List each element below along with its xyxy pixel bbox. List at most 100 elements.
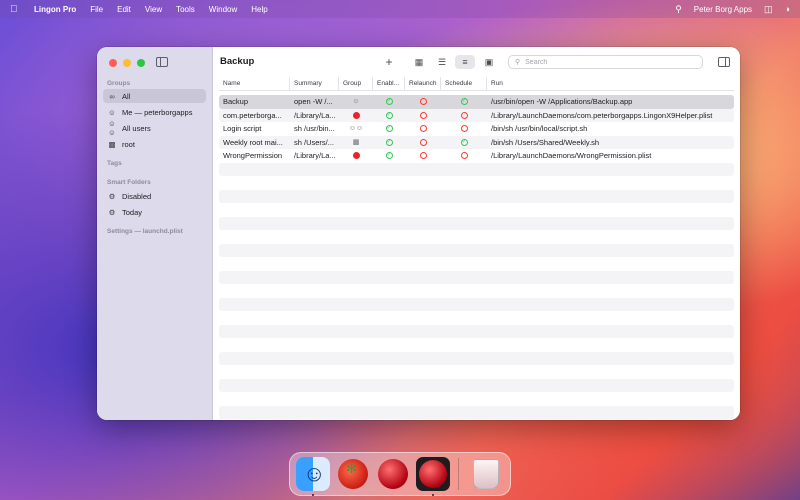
- cell-summary: open -W /...: [294, 97, 333, 107]
- list-view-icon[interactable]: ≡: [455, 55, 475, 69]
- cell-schedule[interactable]: [441, 111, 487, 119]
- cell-schedule[interactable]: [441, 152, 487, 160]
- cell-name: WrongPermission: [223, 151, 283, 161]
- inspector-toggle-icon[interactable]: [718, 57, 730, 67]
- empty-table-row: [219, 324, 734, 338]
- menu-edit[interactable]: Edit: [117, 5, 131, 14]
- people-icon: ☺☺: [348, 125, 364, 133]
- search-input[interactable]: [525, 58, 686, 66]
- cell-enabled[interactable]: ✓: [373, 138, 405, 146]
- calendar-view-icon[interactable]: ▣: [479, 55, 499, 69]
- column-header-summary[interactable]: Summary: [290, 77, 339, 90]
- cell-summary: sh /usr/bin...: [294, 124, 335, 134]
- outline-view-icon[interactable]: ☰: [432, 55, 452, 69]
- trash-icon[interactable]: [472, 459, 499, 489]
- grid-view-icon[interactable]: ▦: [409, 55, 429, 69]
- cell-run: /Library/LaunchDaemons/WrongPermission.p…: [491, 151, 652, 161]
- siri-icon[interactable]: ◑: [785, 4, 790, 14]
- sidebar-toggle-icon[interactable]: [156, 57, 168, 67]
- column-header-run[interactable]: Run: [487, 77, 734, 90]
- menu-tools[interactable]: Tools: [176, 5, 195, 14]
- cell-summary: sh /Users/...: [294, 137, 335, 147]
- cell-group: [339, 111, 373, 119]
- toolbar: Backup + ▦ ☰ ≡ ▣ ⚲: [213, 47, 740, 77]
- menu-view[interactable]: View: [145, 5, 162, 14]
- cell-enabled[interactable]: ✓: [373, 111, 405, 119]
- add-job-button[interactable]: +: [379, 55, 399, 69]
- sidebar-item-disabled[interactable]: ⚙ Disabled: [103, 189, 206, 203]
- close-window-button[interactable]: [109, 59, 117, 67]
- red-ball-app-icon[interactable]: [378, 459, 408, 489]
- column-header-relaunch[interactable]: Relaunch: [405, 77, 441, 90]
- column-header-name[interactable]: Name: [219, 77, 290, 90]
- spotlight-search-icon[interactable]: ⚲: [675, 4, 682, 15]
- lingon-pro-icon[interactable]: [416, 457, 450, 496]
- cell-summary: /Library/La...: [294, 110, 336, 120]
- minimize-window-button[interactable]: [123, 59, 131, 67]
- column-header-schedule[interactable]: Schedule: [441, 77, 487, 90]
- cell-schedule[interactable]: ✓: [441, 98, 487, 106]
- sidebar-item-today[interactable]: ⚙ Today: [103, 205, 206, 219]
- cell-relaunch[interactable]: [405, 125, 441, 133]
- menu-help[interactable]: Help: [251, 5, 267, 14]
- window-controls: [109, 59, 145, 67]
- menu-file[interactable]: File: [90, 5, 103, 14]
- sidebar-item-label: All: [122, 91, 131, 101]
- settings-label[interactable]: Settings — launchd.plist: [107, 228, 183, 235]
- cell-enabled[interactable]: ✓: [373, 98, 405, 106]
- cell-group: ▩: [339, 138, 373, 146]
- cell-relaunch[interactable]: [405, 138, 441, 146]
- cell-summary: /Library/La...: [294, 151, 336, 161]
- table-row[interactable]: Weekly root mai... sh /Users/... ▩ ✓ ✓ /bin/s…: [219, 135, 734, 149]
- sidebar-item-label: Me — peterborgapps: [122, 107, 193, 117]
- checkmark-circle-icon: ✓: [385, 138, 393, 146]
- sidebar-item-all-users[interactable]: ☺☺ All users: [103, 119, 206, 137]
- menu-bar:  Lingon Pro File Edit View Tools Window…: [0, 0, 800, 18]
- root-group-icon: [352, 152, 360, 160]
- sidebar-item-root[interactable]: ▩ root: [103, 137, 206, 151]
- column-header-group[interactable]: Group: [339, 77, 373, 90]
- table-row[interactable]: com.peterborga... /Library/La... ✓ /Library…: [219, 108, 734, 122]
- empty-red-circle-icon: [419, 111, 427, 119]
- menubar-extras: ⚲ Peter Borg Apps ◫ ◑: [675, 4, 790, 15]
- column-header-enabled[interactable]: Enabl...: [373, 77, 405, 90]
- gear-icon: ⚙: [108, 191, 116, 201]
- menubar-user-name[interactable]: Peter Borg Apps: [694, 5, 752, 14]
- infinity-icon: ∞: [109, 91, 115, 101]
- tags-header: Tags: [107, 160, 122, 167]
- sidebar-item-all[interactable]: ∞ All: [103, 89, 206, 103]
- sidebar-item-label: Disabled: [122, 191, 152, 201]
- cell-schedule[interactable]: ✓: [441, 138, 487, 146]
- cell-run: /usr/bin/open -W /Applications/Backup.ap…: [491, 97, 633, 107]
- cell-schedule[interactable]: [441, 125, 487, 133]
- table-row[interactable]: WrongPermission/Library/La... ✓ /Library/L…: [219, 149, 734, 163]
- sidebar-item-me[interactable]: ☺ Me — peterborgapps: [103, 105, 206, 119]
- cell-enabled[interactable]: ✓: [373, 152, 405, 160]
- cell-enabled[interactable]: ✓: [373, 125, 405, 133]
- computer-icon: ▩: [108, 139, 116, 149]
- cell-relaunch[interactable]: [405, 152, 441, 160]
- cell-run: /bin/sh /Users/Shared/Weekly.sh: [491, 137, 600, 147]
- finder-icon[interactable]: [296, 457, 330, 496]
- tomato-app-icon[interactable]: [338, 459, 368, 489]
- people-icon: ☺☺: [108, 119, 116, 137]
- empty-red-circle-icon: [419, 125, 427, 133]
- empty-table-row: [219, 176, 734, 190]
- computer-icon: ▩: [352, 139, 360, 147]
- cell-relaunch[interactable]: [405, 111, 441, 119]
- search-field[interactable]: ⚲: [508, 55, 703, 69]
- table-row[interactable]: Login script sh /usr/bin... ☺☺ ✓ /bin/sh /us…: [219, 122, 734, 136]
- main-content: Backup + ▦ ☰ ≡ ▣ ⚲ Name Summary Group En…: [213, 47, 740, 420]
- zoom-window-button[interactable]: [137, 59, 145, 67]
- empty-table-row: [219, 365, 734, 379]
- table-row[interactable]: Backup open -W /... ☺ ✓ ✓ /usr/bin/open -W /A…: [219, 95, 734, 109]
- control-center-icon[interactable]: ◫: [764, 4, 773, 15]
- apple-menu-icon[interactable]: : [10, 4, 24, 15]
- menu-window[interactable]: Window: [209, 5, 237, 14]
- cell-relaunch[interactable]: [405, 98, 441, 106]
- root-group-icon: [352, 111, 360, 119]
- table-header: Name Summary Group Enabl... Relaunch Sch…: [219, 77, 734, 91]
- menu-app-name[interactable]: Lingon Pro: [34, 5, 76, 14]
- checkmark-circle-icon: ✓: [460, 98, 468, 106]
- empty-table-row: [219, 338, 734, 352]
